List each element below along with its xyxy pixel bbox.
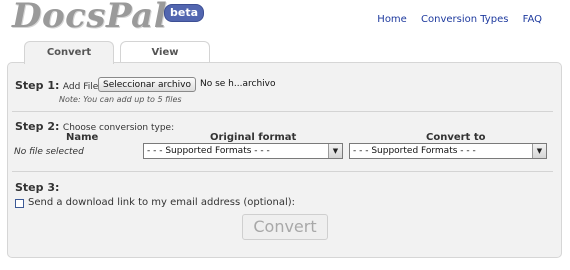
step3-heading: Step 3: — [15, 181, 59, 194]
original-format-value: - - - Supported Formats - - - — [147, 146, 270, 156]
nav-faq-link[interactable]: FAQ — [523, 14, 542, 25]
divider-2 — [12, 171, 553, 172]
file-status-text: No se h...archivo — [200, 79, 276, 89]
convert-to-select[interactable]: - - - Supported Formats - - - ▼ — [349, 143, 547, 159]
tab-convert[interactable]: Convert — [24, 41, 114, 64]
step2-title: Step 2: — [15, 120, 60, 133]
column-header-name: Name — [66, 132, 99, 143]
original-format-select[interactable]: - - - Supported Formats - - - ▼ — [143, 143, 343, 159]
divider-1 — [12, 111, 553, 112]
nav-home-link[interactable]: Home — [377, 14, 407, 25]
convert-to-value: - - - Supported Formats - - - — [353, 146, 476, 156]
logo: DocsPal — [12, 0, 168, 36]
add-file-label: Add File: — [62, 82, 102, 92]
file-name-cell: No file selected — [14, 147, 84, 157]
tab-view[interactable]: View — [120, 41, 210, 63]
column-header-original-format: Original format — [210, 132, 297, 143]
email-link-label: Send a download link to my email address… — [28, 197, 296, 208]
chevron-down-icon: ▼ — [328, 144, 342, 158]
nav-conversion-types-link[interactable]: Conversion Types — [421, 14, 508, 25]
step1-title: Step 1: — [15, 79, 60, 92]
step1-heading: Step 1: Add File: — [15, 79, 101, 92]
file-limit-note: Note: You can add up to 5 files — [59, 95, 182, 104]
chevron-down-icon: ▼ — [532, 144, 546, 158]
top-nav: Home Conversion Types FAQ — [366, 14, 542, 25]
beta-badge: beta — [164, 4, 205, 22]
email-link-checkbox[interactable] — [15, 199, 24, 208]
convert-button[interactable]: Convert — [242, 214, 328, 240]
file-select-button[interactable]: Seleccionar archivo — [98, 77, 196, 92]
step3-title: Step 3: — [15, 181, 60, 194]
column-header-convert-to: Convert to — [426, 132, 486, 143]
